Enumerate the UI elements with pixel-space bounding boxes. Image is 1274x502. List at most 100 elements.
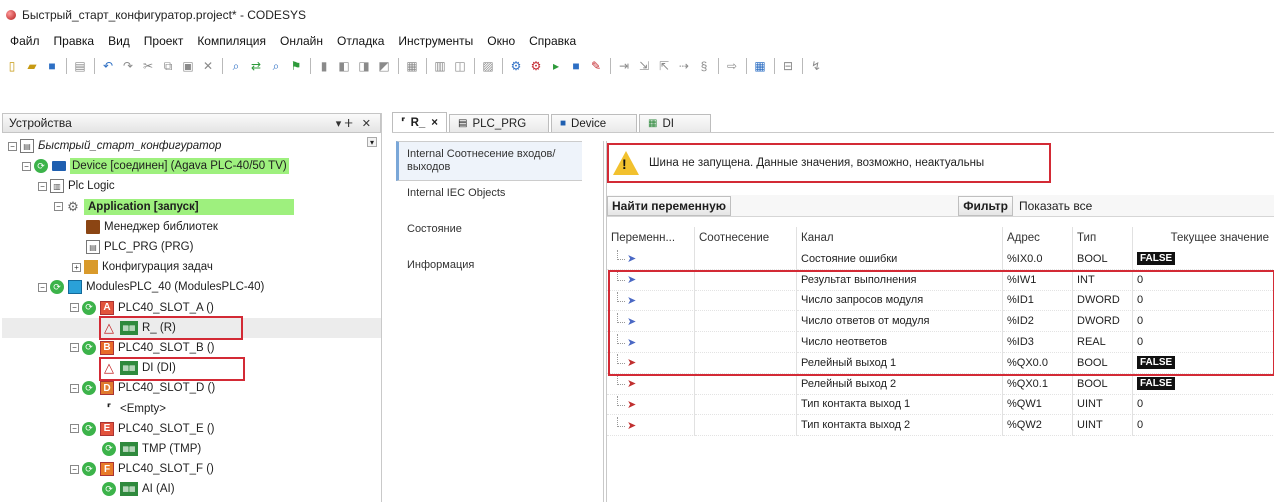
tab-close-icon[interactable]: × [431, 117, 438, 129]
menu-file[interactable]: Файл [10, 34, 40, 48]
column-header-variable[interactable]: Переменн... [607, 227, 695, 249]
step-out-icon[interactable]: ⇱ [656, 58, 672, 74]
menu-project[interactable]: Проект [144, 34, 184, 48]
bookmark-prev-icon[interactable]: ◨ [356, 58, 372, 74]
menu-help[interactable]: Справка [529, 34, 576, 48]
menu-build[interactable]: Компиляция [197, 34, 266, 48]
redo-icon[interactable]: ↷ [120, 58, 136, 74]
tree-item-device[interactable]: − ⟳ Device [соединен] (Agava PLC-40/50 T… [2, 156, 357, 176]
collapse-icon[interactable]: − [70, 303, 79, 313]
panel-options-icon[interactable]: ▾ ⵜ [336, 117, 353, 130]
tree-item-ai-module[interactable]: ⟳ ▦▦ AI (AI) [2, 479, 381, 499]
force-values-icon[interactable]: ⊟ [780, 58, 796, 74]
cut-icon[interactable]: ✂ [140, 58, 156, 74]
column-header-channel[interactable]: Канал [797, 227, 1003, 249]
collapse-icon[interactable]: − [38, 181, 47, 191]
collapse-icon[interactable]: − [70, 464, 79, 474]
table-row[interactable]: ➤ Тип контакта выход 2 %QW2 UINT 0 [607, 415, 1274, 437]
tree-item-task-config[interactable]: + Конфигурация задач [2, 257, 381, 277]
bookmark-next-icon[interactable]: ◧ [336, 58, 352, 74]
show-next-statement-icon[interactable]: ⇨ [724, 58, 740, 74]
tree-item-project[interactable]: − ▤ Быстрый_старт_конфигуратор [2, 136, 381, 156]
set-next-statement-icon[interactable]: § [696, 58, 712, 74]
tree-item-slot-b[interactable]: − ⟳ B PLC40_SLOT_B () [2, 338, 381, 358]
collapse-icon[interactable]: − [70, 343, 79, 353]
bookmark-toggle-icon[interactable]: ▮ [316, 58, 332, 74]
menu-online[interactable]: Онлайн [280, 34, 323, 48]
side-tab-information[interactable]: Информация [396, 253, 582, 283]
collapse-icon[interactable]: − [54, 202, 63, 212]
tree-item-plc-logic[interactable]: − ▥ Plc Logic [2, 176, 381, 196]
new-project-icon[interactable]: ▯ [4, 58, 20, 74]
table-row[interactable]: ➤ Состояние ошибки %IX0.0 BOOL FALSE [607, 249, 1274, 270]
collapse-icon[interactable]: − [70, 424, 79, 434]
find-icon[interactable]: ⌕ [228, 58, 244, 74]
expand-icon[interactable]: + [72, 262, 81, 272]
find-variable-button[interactable]: Найти переменную [607, 195, 732, 216]
tab-r-module[interactable]: ⸢ R_ × [392, 112, 447, 132]
bookmark-clear-icon[interactable]: ◩ [376, 58, 392, 74]
tree-item-empty-slot[interactable]: ⸢ <Empty> [2, 398, 381, 418]
tree-item-plc-prg[interactable]: ▤ PLC_PRG (PRG) [2, 237, 381, 257]
tree-item-modules[interactable]: − ⟳ ModulesPLC_40 (ModulesPLC-40) [2, 277, 381, 297]
editor-side-tabs: Internal Соотнесение входов/выходов Inte… [396, 141, 604, 502]
generate-code-icon[interactable]: ◫ [452, 58, 468, 74]
column-header-type[interactable]: Тип [1073, 227, 1133, 249]
tree-item-slot-e[interactable]: − ⟳ E PLC40_SLOT_E () [2, 419, 381, 439]
menu-window[interactable]: Окно [487, 34, 515, 48]
stop-icon[interactable]: ■ [568, 58, 584, 74]
column-header-address[interactable]: Адрес [1003, 227, 1073, 249]
paste-icon[interactable]: ▣ [180, 58, 196, 74]
tree-item-label: Менеджер библиотек [104, 220, 218, 233]
replace-icon[interactable]: ⇄ [248, 58, 264, 74]
compile-icon[interactable]: ▦ [404, 58, 420, 74]
tree-item-library-manager[interactable]: Менеджер библиотек [2, 217, 381, 237]
step-into-icon[interactable]: ⇲ [636, 58, 652, 74]
panel-close-icon[interactable]: ✕ [362, 117, 371, 130]
tree-item-label: PLC_PRG (PRG) [104, 241, 194, 254]
reset-icon[interactable]: ✎ [588, 58, 604, 74]
active-application-icon[interactable]: ▨ [480, 58, 496, 74]
bookmark-icon[interactable]: ⚑ [288, 58, 304, 74]
logout-icon[interactable]: ⚙ [528, 58, 544, 74]
tab-di[interactable]: ▦ DI [639, 114, 711, 132]
step-over-icon[interactable]: ⇥ [616, 58, 632, 74]
open-project-icon[interactable]: ▰ [24, 58, 40, 74]
write-values-icon[interactable]: ▦ [752, 58, 768, 74]
tree-item-slot-f[interactable]: − ⟳ F PLC40_SLOT_F () [2, 459, 381, 479]
column-header-mapping[interactable]: Соотнесение [695, 227, 797, 249]
find-in-project-icon[interactable]: ⌕ [268, 58, 284, 74]
tree-item-tmp-module[interactable]: ⟳ ▦▦ TMP (TMP) [2, 439, 381, 459]
menu-edit[interactable]: Правка [54, 34, 95, 48]
undo-icon[interactable]: ↶ [100, 58, 116, 74]
menu-view[interactable]: Вид [108, 34, 130, 48]
delete-icon[interactable]: ✕ [200, 58, 216, 74]
side-tab-iec-objects[interactable]: Internal IEC Objects [396, 181, 582, 217]
tab-device[interactable]: ■ Device [551, 114, 637, 132]
start-icon[interactable]: ▸ [548, 58, 564, 74]
side-tab-status[interactable]: Состояние [396, 217, 582, 253]
collapse-icon[interactable]: − [38, 282, 47, 292]
filter-select[interactable]: Показать все [1013, 199, 1274, 213]
column-header-current-value[interactable]: Текущее значение [1133, 227, 1274, 249]
tab-plc-prg[interactable]: ▤ PLC_PRG [449, 114, 549, 132]
save-icon[interactable]: ■ [44, 58, 60, 74]
breakpoint-icon[interactable]: ↯ [808, 58, 824, 74]
build-icon[interactable]: ▥ [432, 58, 448, 74]
login-icon[interactable]: ⚙ [508, 58, 524, 74]
menu-tools[interactable]: Инструменты [398, 34, 473, 48]
tree-item-slot-a[interactable]: − ⟳ A PLC40_SLOT_A () [2, 298, 381, 318]
collapse-icon[interactable]: − [8, 141, 17, 151]
collapse-icon[interactable]: − [22, 161, 31, 171]
side-tab-io-mapping[interactable]: Internal Соотнесение входов/выходов [396, 141, 582, 181]
run-to-cursor-icon[interactable]: ⇢ [676, 58, 692, 74]
tree-item-slot-d[interactable]: − ⟳ D PLC40_SLOT_D () [2, 378, 381, 398]
menu-debug[interactable]: Отладка [337, 34, 384, 48]
tree-item-application[interactable]: − ⚙ Application [запуск] [2, 197, 381, 217]
collapse-icon[interactable]: − [70, 383, 79, 393]
filter-button[interactable]: Фильтр [958, 195, 1013, 216]
table-row[interactable]: ➤ Релейный выход 2 %QX0.1 BOOL FALSE [607, 373, 1274, 395]
print-icon[interactable]: ▤ [72, 58, 88, 74]
table-row[interactable]: ➤ Тип контакта выход 1 %QW1 UINT 0 [607, 394, 1274, 416]
copy-icon[interactable]: ⧉ [160, 58, 176, 74]
